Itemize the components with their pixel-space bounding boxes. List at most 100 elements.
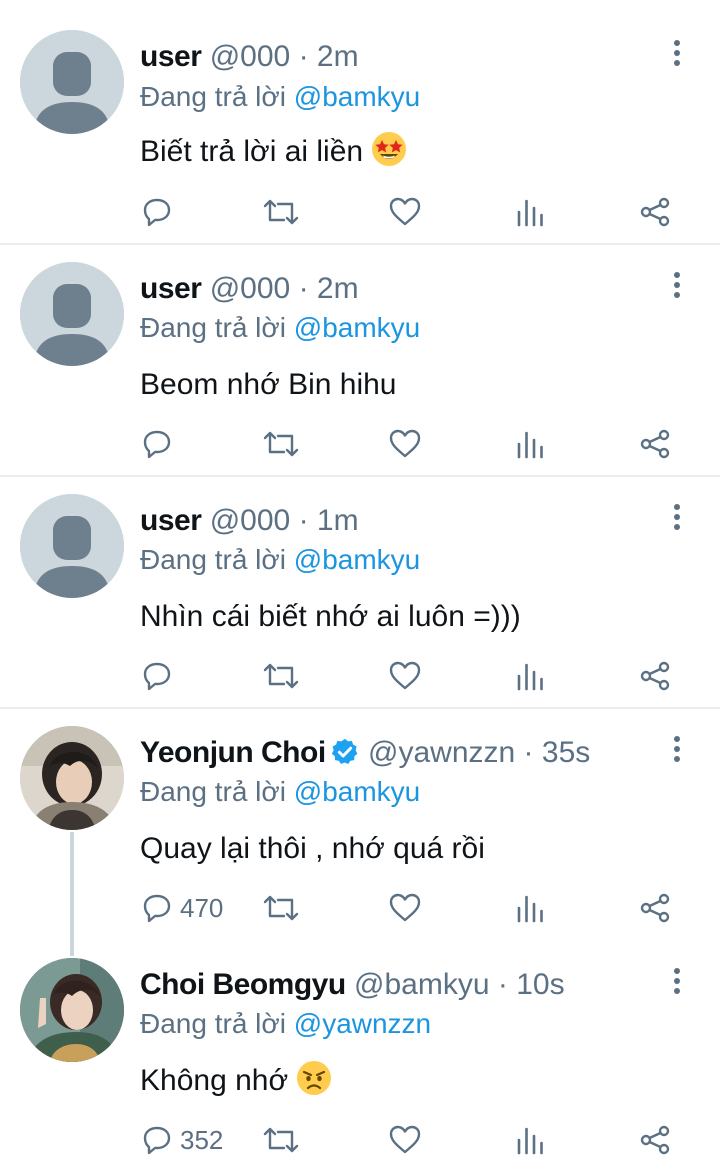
avatar[interactable]	[20, 726, 124, 830]
share-icon	[640, 1125, 670, 1155]
retweet-button[interactable]	[262, 422, 300, 466]
user-handle[interactable]: @bamkyu	[354, 968, 490, 1001]
reply-button[interactable]	[140, 422, 180, 466]
analytics-button[interactable]	[516, 190, 546, 234]
share-button[interactable]	[638, 654, 672, 698]
analytics-icon	[517, 1127, 543, 1155]
tweet-text: Quay lại thôi , nhớ quá rồi	[140, 827, 485, 871]
display-name[interactable]: Yeonjun Choi	[140, 736, 326, 769]
tweet[interactable]: user @000 · 1m Đang trả lời @bamkyu Nhìn…	[0, 477, 720, 707]
like-button[interactable]	[388, 654, 422, 698]
share-icon	[640, 893, 670, 923]
analytics-button[interactable]	[516, 654, 546, 698]
separator-dot: ·	[497, 968, 508, 1001]
more-options-icon[interactable]	[662, 497, 692, 537]
reply-mention-link[interactable]: @bamkyu	[294, 776, 420, 807]
display-name[interactable]: user	[140, 40, 202, 73]
heart-icon	[389, 197, 421, 226]
tweet-text: Nhìn cái biết nhớ ai luôn =)))	[140, 595, 521, 639]
retweet-button[interactable]	[262, 190, 300, 234]
timestamp[interactable]: 35s	[542, 736, 590, 769]
retweet-button[interactable]	[262, 886, 300, 930]
like-button[interactable]	[388, 422, 422, 466]
reply-button[interactable]: 470	[140, 886, 223, 930]
like-button[interactable]	[388, 886, 422, 930]
user-handle[interactable]: @yawnzzn	[368, 736, 515, 769]
tweet-header: Yeonjun Choi @yawnzzn · 35s	[140, 733, 590, 773]
reply-button[interactable]: 352	[140, 1118, 223, 1162]
display-name[interactable]: Choi Beomgyu	[140, 968, 346, 1001]
tweet[interactable]: user @000 · 2m Đang trả lời @bamkyu Biết…	[0, 0, 720, 244]
tweet-body: Biết trả lời ai liền	[140, 135, 364, 168]
more-options-icon[interactable]	[662, 729, 692, 769]
reply-mention-link[interactable]: @bamkyu	[294, 81, 420, 112]
angry-face-emoji	[297, 1061, 332, 1095]
star-struck-emoji	[372, 132, 407, 166]
separator-dot: ·	[298, 40, 309, 73]
reply-context: Đang trả lời @bamkyu	[140, 77, 420, 117]
default-avatar-icon	[20, 494, 124, 598]
reply-button[interactable]	[140, 654, 180, 698]
retweet-icon	[263, 431, 299, 457]
heart-icon	[389, 893, 421, 922]
user-handle[interactable]: @000	[210, 272, 291, 305]
reply-count: 470	[180, 892, 224, 923]
reply-mention-link[interactable]: @bamkyu	[294, 544, 420, 575]
separator-dot: ·	[523, 736, 534, 769]
avatar[interactable]	[20, 958, 124, 1062]
reply-mention-link[interactable]: @yawnzzn	[294, 1008, 431, 1039]
like-button[interactable]	[388, 190, 422, 234]
reply-prefix: Đang trả lời	[140, 81, 286, 112]
avatar[interactable]	[20, 30, 124, 134]
reply-prefix: Đang trả lời	[140, 1008, 286, 1039]
reply-button[interactable]	[140, 190, 180, 234]
more-options-icon[interactable]	[662, 961, 692, 1001]
tweet[interactable]: Yeonjun Choi @yawnzzn · 35s Đang trả lời…	[0, 709, 720, 939]
timestamp[interactable]: 1m	[317, 504, 359, 537]
reply-context: Đang trả lời @yawnzzn	[140, 1004, 431, 1044]
tweet[interactable]: user @000 · 2m Đang trả lời @bamkyu Beom…	[0, 245, 720, 475]
tweet-actions	[140, 654, 700, 698]
tweet-text: Không nhớ	[140, 1059, 332, 1103]
tweet-text: Biết trả lời ai liền	[140, 130, 407, 174]
avatar[interactable]	[20, 494, 124, 598]
retweet-icon	[263, 663, 299, 689]
tweet-header: user @000 · 1m	[140, 501, 359, 541]
reply-prefix: Đang trả lời	[140, 544, 286, 575]
retweet-icon	[263, 1127, 299, 1153]
retweet-button[interactable]	[262, 1118, 300, 1162]
reply-icon	[143, 430, 171, 459]
retweet-button[interactable]	[262, 654, 300, 698]
timestamp[interactable]: 10s	[516, 968, 564, 1001]
like-button[interactable]	[388, 1118, 422, 1162]
reply-mention-link[interactable]: @bamkyu	[294, 312, 420, 343]
tweet[interactable]: Choi Beomgyu @bamkyu · 10s Đang trả lời …	[0, 941, 720, 1172]
reply-icon	[143, 662, 171, 691]
more-options-icon[interactable]	[662, 33, 692, 73]
user-handle[interactable]: @000	[210, 40, 291, 73]
display-name[interactable]: user	[140, 504, 202, 537]
heart-icon	[389, 1125, 421, 1154]
analytics-icon	[517, 431, 543, 459]
share-button[interactable]	[638, 886, 672, 930]
timestamp[interactable]: 2m	[317, 40, 359, 73]
tweet-body: Không nhớ	[140, 1064, 289, 1097]
share-button[interactable]	[638, 422, 672, 466]
profile-photo-avatar	[20, 958, 124, 1062]
display-name[interactable]: user	[140, 272, 202, 305]
analytics-button[interactable]	[516, 886, 546, 930]
user-handle[interactable]: @000	[210, 504, 291, 537]
timestamp[interactable]: 2m	[317, 272, 359, 305]
reply-context: Đang trả lời @bamkyu	[140, 540, 420, 580]
heart-icon	[389, 429, 421, 458]
analytics-button[interactable]	[516, 422, 546, 466]
share-button[interactable]	[638, 1118, 672, 1162]
reply-context: Đang trả lời @bamkyu	[140, 772, 420, 812]
share-button[interactable]	[638, 190, 672, 234]
analytics-button[interactable]	[516, 1118, 546, 1162]
more-options-icon[interactable]	[662, 265, 692, 305]
verified-badge-icon	[331, 738, 358, 764]
avatar[interactable]	[20, 262, 124, 366]
reply-icon	[143, 894, 171, 923]
default-avatar-icon	[20, 30, 124, 134]
